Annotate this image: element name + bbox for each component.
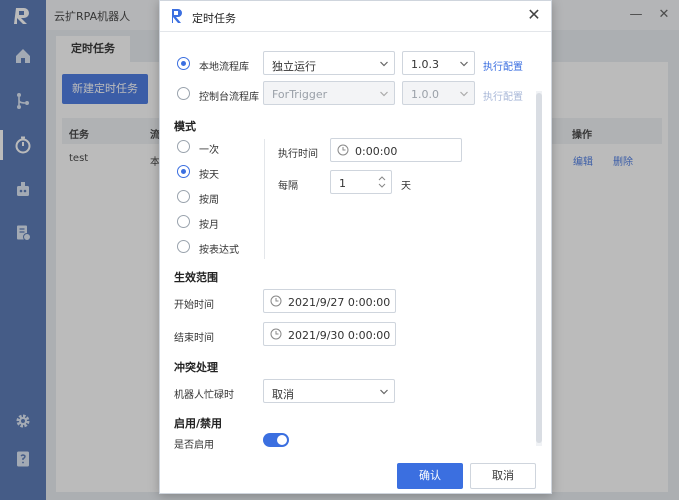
- exec-time-label: 执行时间: [278, 149, 318, 160]
- start-time-input[interactable]: 2021/9/27 0:00:00: [263, 289, 396, 313]
- mode-once-label: 一次: [199, 145, 219, 156]
- mode-daily-label: 按天: [199, 170, 219, 181]
- robot-busy-label: 机器人忙碌时: [174, 390, 234, 401]
- clock-icon: [337, 144, 349, 156]
- enabled-label: 是否启用: [174, 440, 214, 451]
- cancel-button[interactable]: 取消: [470, 463, 536, 489]
- enabled-toggle[interactable]: [263, 433, 289, 447]
- clock-icon: [270, 328, 282, 340]
- mode-section-title: 模式: [174, 120, 196, 133]
- dialog-logo-icon: [172, 9, 182, 23]
- mode-daily-radio[interactable]: [177, 165, 190, 178]
- confirm-button[interactable]: 确认: [397, 463, 463, 489]
- scrollbar-thumb[interactable]: [536, 93, 542, 443]
- conflict-section-title: 冲突处理: [174, 361, 218, 374]
- exec-time-value: 0:00:00: [355, 145, 398, 158]
- console-process-value: ForTrigger: [272, 88, 328, 101]
- mode-monthly-radio[interactable]: [177, 215, 190, 228]
- chevron-down-icon: [380, 389, 388, 395]
- local-library-label: 本地流程库: [199, 62, 249, 73]
- start-time-label: 开始时间: [174, 300, 214, 311]
- clock-icon: [270, 295, 282, 307]
- end-time-label: 结束时间: [174, 333, 214, 344]
- stepper-arrows-icon[interactable]: [378, 174, 386, 190]
- exec-time-input[interactable]: 0:00:00: [330, 138, 462, 162]
- dialog-title: 定时任务: [192, 12, 236, 25]
- interval-value: 1: [339, 177, 346, 190]
- console-version-select[interactable]: 1.0.0: [402, 81, 475, 105]
- end-time-value: 2021/9/30 0:00:00: [288, 329, 391, 342]
- console-exec-config-link[interactable]: 执行配置: [483, 88, 523, 103]
- local-exec-config-link[interactable]: 执行配置: [483, 58, 523, 73]
- scheduled-task-dialog: 定时任务 ✕ 本地流程库 独立运行 1.0.3 执行配置 控制台流程库 ForT…: [159, 0, 552, 494]
- robot-busy-select[interactable]: 取消: [263, 379, 395, 403]
- start-time-value: 2021/9/27 0:00:00: [288, 296, 391, 309]
- enable-section-title: 启用/禁用: [174, 417, 223, 430]
- mode-expression-label: 按表达式: [199, 245, 239, 256]
- end-time-input[interactable]: 2021/9/30 0:00:00: [263, 322, 396, 346]
- local-process-select[interactable]: 独立运行: [263, 51, 395, 75]
- mode-expression-radio[interactable]: [177, 240, 190, 253]
- chevron-down-icon: [380, 61, 388, 67]
- interval-unit: 天: [401, 181, 411, 192]
- range-section-title: 生效范围: [174, 271, 218, 284]
- interval-stepper[interactable]: 1: [330, 170, 392, 194]
- robot-busy-value: 取消: [272, 388, 294, 401]
- console-library-label: 控制台流程库: [199, 92, 259, 103]
- close-icon[interactable]: ✕: [525, 6, 543, 24]
- chevron-down-icon: [460, 91, 468, 97]
- interval-label: 每隔: [278, 181, 298, 192]
- local-process-value: 独立运行: [272, 60, 316, 73]
- mode-weekly-radio[interactable]: [177, 190, 190, 203]
- mode-monthly-label: 按月: [199, 220, 219, 231]
- dialog-divider: [160, 31, 551, 32]
- local-version-value: 1.0.3: [411, 58, 439, 71]
- chevron-down-icon: [380, 91, 388, 97]
- local-library-radio[interactable]: [177, 57, 190, 70]
- local-version-select[interactable]: 1.0.3: [402, 51, 475, 75]
- chevron-down-icon: [460, 61, 468, 67]
- mode-divider: [264, 139, 265, 259]
- mode-once-radio[interactable]: [177, 140, 190, 153]
- mode-weekly-label: 按周: [199, 195, 219, 206]
- console-library-radio[interactable]: [177, 87, 190, 100]
- console-version-value: 1.0.0: [411, 88, 439, 101]
- console-process-select[interactable]: ForTrigger: [263, 81, 395, 105]
